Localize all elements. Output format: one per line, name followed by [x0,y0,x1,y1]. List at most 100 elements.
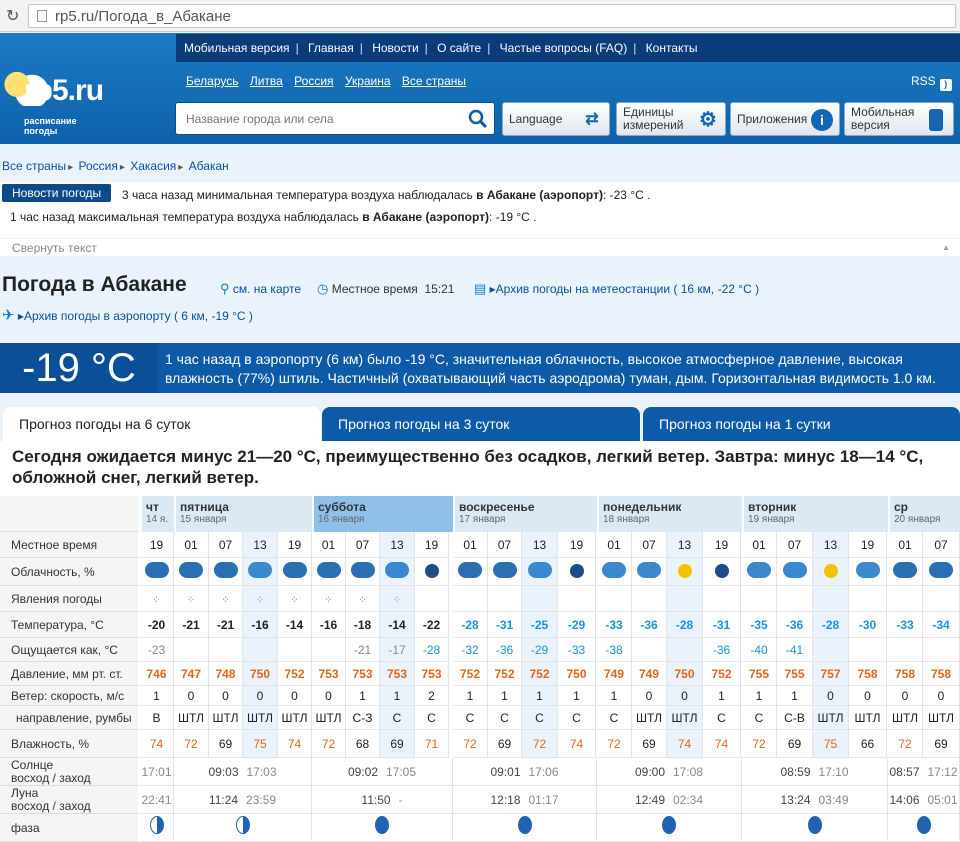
tab-1-day[interactable]: Прогноз погоды на 1 сутки [643,407,960,441]
temp-cell: -20 [140,612,174,638]
day-date: 20 января [894,514,941,525]
search-icon[interactable] [468,109,488,129]
archive-station-link[interactable]: ▤ ▸Архив погоды на метеостанции ( 16 км,… [474,281,759,297]
tab-3-days[interactable]: Прогноз погоды на 3 суток [322,407,640,441]
country-russia[interactable]: Россия [294,74,333,88]
language-button[interactable]: Language ⇄ [502,102,610,136]
temp-cell: -28 [813,612,849,638]
pressure-cell: 752 [453,662,488,686]
wind-speed-cell: 0 [813,686,849,706]
temp-cell: -36 [632,612,667,638]
feels-cell: -38 [597,638,632,662]
site-logo[interactable]: rp5.ru расписание погоды [2,66,152,142]
temp-cell: -22 [415,612,449,638]
wind-speed-cell: 1 [453,686,488,706]
time-cell: 19 [849,532,887,558]
logo-subtitle: расписание погоды [24,116,77,136]
address-bar[interactable]: rp5.ru/Погода_в_Абакане [28,4,956,28]
crumb-all[interactable]: Все страны [2,159,66,173]
temp-cell: -21 [174,612,209,638]
humidity-cell: 72 [888,730,923,758]
crumb-russia[interactable]: Россия [78,159,117,173]
phenomena-cell [558,586,596,612]
country-belarus[interactable]: Беларусь [186,74,238,88]
phenomena-cell [667,586,703,612]
cloud-icon [492,562,517,578]
day-header[interactable]: понедельник 18 января [597,496,742,532]
search-input[interactable] [176,103,456,134]
crumb-abakan[interactable]: Абакан [189,159,229,173]
humidity-cell: 74 [278,730,312,758]
moon-cell: 12:49 02:34 [597,786,742,814]
reload-icon[interactable]: ↻ [6,6,19,26]
mobile-version-button[interactable]: Мобильная версия [844,102,954,136]
temp-cell: -31 [488,612,522,638]
time-cell: 01 [742,532,777,558]
rss-icon: ) [939,79,952,91]
collapse-text-link[interactable]: Свернуть текст ▲ [0,238,960,256]
sun-cell: 09:01 17:06 [453,758,597,786]
day-date: 16 января [318,514,365,525]
moon-phase-icon [517,816,532,834]
day-header[interactable]: воскресенье 17 января [453,496,597,532]
map-link[interactable]: ⚲ см. на карте [220,281,301,297]
nav-contacts[interactable]: Контакты [646,41,698,55]
news-badge[interactable]: Новости погоды [2,184,112,202]
time-cell: 07 [632,532,667,558]
cloud-cell [849,558,887,586]
tab-6-days[interactable]: Прогноз погоды на 6 суток [3,407,321,441]
wind-speed-cell: 1 [140,686,174,706]
wind-speed-cell: 1 [522,686,558,706]
feels-cell: -36 [488,638,522,662]
crumb-khakassia[interactable]: Хакасия [130,159,176,173]
wind-dir-cell: ШТЛ [312,706,346,730]
apps-button[interactable]: Приложения i [730,102,840,136]
archive-airport-link[interactable]: ✈ ▸Архив погоды в аэропорту ( 6 км, -19 … [2,306,253,324]
humidity-cell: 69 [209,730,243,758]
day-header[interactable]: чт 14 я. [140,496,174,532]
nav-faq[interactable]: Частые вопросы (FAQ) [500,41,628,55]
wind-dir-cell: ШТЛ [849,706,887,730]
pressure-cell: 752 [522,662,558,686]
wind-speed-cell: 0 [849,686,887,706]
feels-cell [209,638,243,662]
nav-home[interactable]: Главная [308,41,354,55]
clock-icon: ◷ [317,281,329,296]
row-label: Влажность, % [0,730,138,758]
time-cell: 07 [777,532,813,558]
cloud-icon [929,562,953,578]
time-cell: 13 [813,532,849,558]
feels-cell: -32 [453,638,488,662]
country-all[interactable]: Все страны [402,74,466,88]
time-cell: 07 [923,532,960,558]
day-date: 19 января [748,514,795,525]
nav-news[interactable]: Новости [372,41,418,55]
country-lithuania[interactable]: Литва [250,74,283,88]
nav-mobile[interactable]: Мобильная версия [184,41,290,55]
row-label: Ощущается как, °C [0,638,138,662]
time-cell: 13 [380,532,415,558]
day-header[interactable]: суббота 16 января [312,496,453,532]
feels-cell: -40 [742,638,777,662]
day-header[interactable]: ср 20 января [888,496,960,532]
day-header[interactable]: пятница 15 января [174,496,312,532]
phenomena-cell [415,586,449,612]
phenomena-cell [813,586,849,612]
time-cell: 07 [209,532,243,558]
moon-cell: 11:50- [312,786,453,814]
country-ukraine[interactable]: Украина [345,74,391,88]
units-button[interactable]: Единицы измерений ⚙ [616,102,726,136]
nav-about[interactable]: О сайте [437,41,481,55]
rss-link[interactable]: RSS) [911,74,952,91]
temp-cell: -31 [703,612,741,638]
temp-cell: -16 [312,612,346,638]
day-header[interactable]: вторник 19 января [742,496,888,532]
time-cell: 19 [140,532,174,558]
cloud-cell [923,558,960,586]
cloud-icon [602,562,626,578]
feels-cell [312,638,346,662]
wind-speed-cell: 1 [703,686,741,706]
feels-cell [243,638,278,662]
day-name: воскресенье [459,500,535,514]
row-label: Луна восход / заход [0,786,138,814]
